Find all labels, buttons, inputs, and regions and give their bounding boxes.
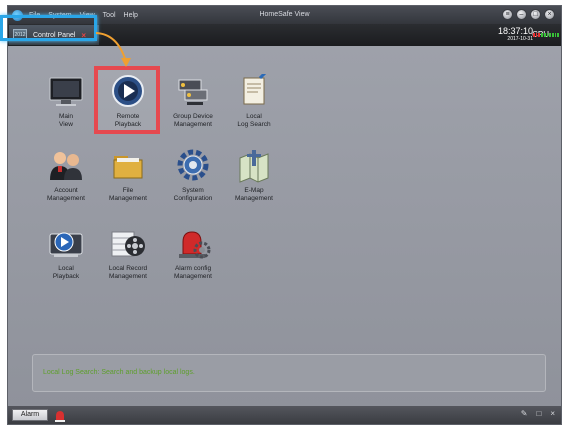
status-bar: Alarm ✎ □ × <box>8 406 561 424</box>
pin-icon[interactable]: ✎ <box>521 409 528 418</box>
tile-alarm-config-management[interactable]: Alarm config Management <box>153 226 233 281</box>
remote-playback-icon <box>108 74 148 110</box>
cpu-usage-bar <box>533 33 560 37</box>
alarm-config-icon <box>173 226 213 262</box>
close-icon[interactable]: × <box>544 9 555 20</box>
cpu-segment <box>535 33 538 37</box>
menu-tool[interactable]: Tool <box>103 12 116 19</box>
cpu-segment <box>538 33 541 37</box>
cpu-segment <box>533 33 535 37</box>
folder-icon <box>108 148 148 184</box>
tile-label-1: Alarm config <box>174 265 212 272</box>
cpu-segment <box>549 33 551 37</box>
tile-label-1: Local <box>246 113 262 120</box>
local-playback-icon <box>46 226 86 262</box>
app-window: File System View Tool Help HomeSafe View… <box>7 5 562 425</box>
tile-label-2: Management <box>174 273 212 280</box>
film-reel-icon <box>108 226 148 262</box>
alarm-bell-icon[interactable] <box>54 409 66 422</box>
minimize-icon[interactable]: – <box>516 9 527 20</box>
monitor-icon <box>46 74 86 110</box>
tile-label-2: Management <box>235 195 273 202</box>
cpu-segment <box>541 33 543 37</box>
cpu-segment <box>557 33 560 37</box>
close-icon[interactable]: × <box>550 409 555 418</box>
description-panel: Local Log Search: Search and backup loca… <box>32 354 546 392</box>
clock-time: 18:37:10 <box>497 26 533 36</box>
control-panel-content: Main View Remote Playback Group Device M… <box>8 46 561 408</box>
description-text: Local Log Search: Search and backup loca… <box>43 369 195 376</box>
clock: 18:37:10 2017-10-31 <box>498 26 533 42</box>
window-controls: ≡ – □ × <box>502 9 555 20</box>
gear-icon <box>173 148 213 184</box>
menu-icon[interactable]: ≡ <box>502 9 513 20</box>
cpu-segment <box>554 33 557 37</box>
tile-local-log-search[interactable]: Local Log Search <box>214 70 294 129</box>
device-group-icon <box>173 74 213 110</box>
tile-label-1: E-Map <box>244 187 264 194</box>
alarm-button[interactable]: Alarm <box>12 409 48 421</box>
highlight-box-control-panel-tab <box>0 15 97 41</box>
maximize-icon[interactable]: □ <box>530 9 541 20</box>
map-icon <box>234 148 274 184</box>
cpu-segment <box>543 33 546 37</box>
clock-date: 2017-10-31 <box>507 36 533 42</box>
tile-e-map-management[interactable]: E-Map Management <box>214 148 294 203</box>
tile-label-2: Log Search <box>237 121 271 128</box>
menu-help[interactable]: Help <box>124 12 138 19</box>
window-icon[interactable]: □ <box>536 409 541 418</box>
users-icon <box>46 148 86 184</box>
log-search-icon <box>234 70 274 110</box>
cpu-segment <box>551 33 554 37</box>
statusbar-right-icons: ✎ □ × <box>521 409 555 418</box>
cpu-segment <box>546 33 549 37</box>
